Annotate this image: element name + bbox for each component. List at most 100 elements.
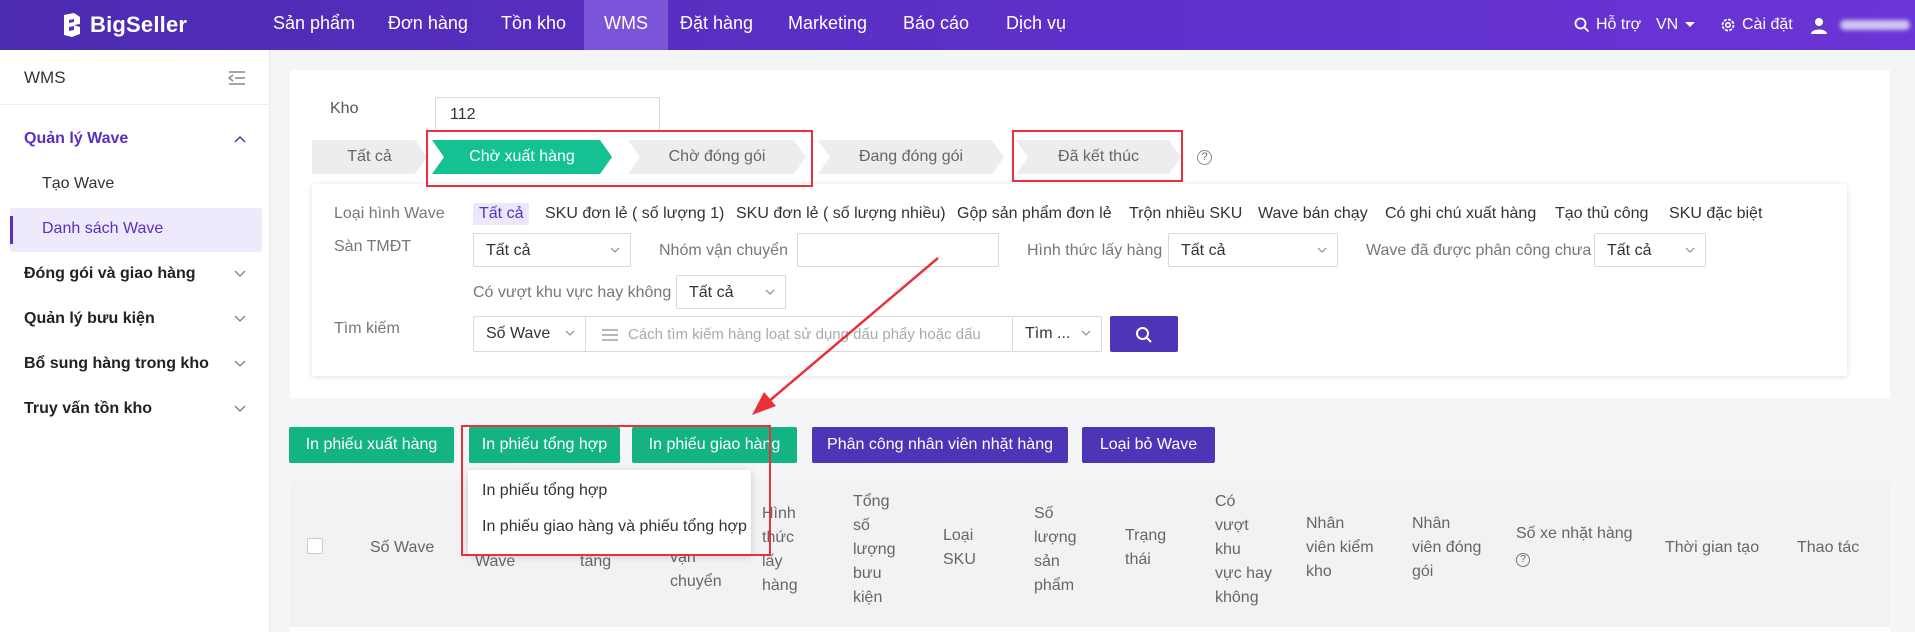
column-product-qty[interactable]: Số lượng sản phẩm (1034, 502, 1077, 598)
column-packer[interactable]: Nhân viên đóng gói (1412, 512, 1481, 584)
cross-zone-select[interactable]: Tất cả (676, 275, 786, 309)
language-select[interactable]: VN (1656, 0, 1696, 50)
column-label: kiện (853, 589, 883, 606)
wave-type-option-merge-single[interactable]: Gộp sản phẩm đơn lẻ (957, 205, 1112, 223)
nav-item-reports[interactable]: Báo cáo (885, 0, 987, 50)
pick-method-select[interactable]: Tất cả (1168, 233, 1338, 267)
chevron-down-icon[interactable] (234, 270, 246, 278)
sidebar-item-wave-list[interactable]: Danh sách Wave (42, 220, 163, 238)
chevron-down-icon (610, 247, 620, 253)
user-menu[interactable] (1810, 0, 1910, 50)
wave-type-label: Loại hình Wave (334, 205, 445, 222)
wave-type-option-manual[interactable]: Tạo thủ công (1555, 205, 1648, 223)
column-label: chuyển (670, 573, 722, 590)
help-icon[interactable]: ? (1197, 150, 1212, 165)
wave-type-option-has-note[interactable]: Có ghi chú xuất hàng (1385, 205, 1536, 223)
language-label: VN (1656, 16, 1679, 33)
column-actions[interactable]: Thao tác (1797, 536, 1859, 560)
nav-item-products[interactable]: Sản phẩm (255, 0, 373, 50)
column-pick-cart[interactable]: Số xe nhặt hàng ? (1516, 522, 1633, 570)
wave-assigned-label: Wave đã được phân công chưa (1366, 242, 1592, 259)
warehouse-select[interactable]: 112 (435, 97, 660, 131)
search-button[interactable] (1110, 316, 1178, 352)
caret-down-icon (1685, 22, 1696, 27)
nav-item-marketing[interactable]: Marketing (770, 0, 885, 50)
column-label: Thời gian tạo (1665, 539, 1760, 556)
assign-picker-button[interactable]: Phân công nhân viên nhặt hàng (812, 427, 1068, 463)
column-sku-type[interactable]: Loại SKU (943, 524, 976, 572)
sidebar-group-wave-management[interactable]: Quản lý Wave (24, 130, 128, 148)
column-label: không (1215, 589, 1259, 606)
column-checker[interactable]: Nhân viên kiểm kho (1306, 512, 1374, 584)
column-label: vực hay (1215, 565, 1272, 582)
marketplace-label: Sàn TMĐT (334, 238, 412, 255)
wave-type-option-single-sku-multi[interactable]: SKU đơn lẻ ( số lượng nhiều) (736, 205, 946, 223)
status-step-packing[interactable]: Đang đóng gói (818, 140, 1004, 174)
chevron-down-icon (565, 330, 575, 336)
column-label: viên đóng (1412, 539, 1482, 556)
wave-type-option-mixed-sku[interactable]: Trộn nhiều SKU (1129, 205, 1242, 223)
sidebar-group-packing-shipping[interactable]: Đóng gói và giao hàng (24, 265, 196, 283)
sidebar-group-parcel-management[interactable]: Quản lý bưu kiện (24, 310, 155, 328)
column-label: khu (1215, 541, 1241, 558)
search-mode-select[interactable]: Tìm ... (1012, 316, 1102, 352)
status-step-all[interactable]: Tất cả (312, 140, 427, 174)
search-input[interactable]: Cách tìm kiếm hàng loạt sử dụng dấu phẩy… (584, 316, 1012, 352)
search-label: Tìm kiếm (334, 320, 400, 337)
wave-type-option-single-sku-qty1[interactable]: SKU đơn lẻ ( số lượng 1) (545, 205, 724, 223)
wave-type-option-best-seller[interactable]: Wave bán chạy (1258, 205, 1368, 223)
wave-type-option-all[interactable]: Tất cả (473, 203, 530, 225)
print-picking-slip-button[interactable]: In phiếu xuất hàng (289, 427, 454, 463)
column-total-parcels[interactable]: Tổng số lượng bưu kiện (853, 490, 896, 610)
select-all-checkbox[interactable] (307, 538, 323, 554)
collapse-sidebar-icon[interactable] (228, 70, 246, 86)
nav-item-services[interactable]: Dịch vụ (988, 0, 1084, 50)
chevron-down-icon[interactable] (234, 360, 246, 368)
column-wave-number[interactable]: Số Wave (370, 536, 434, 560)
settings-label: Cài đặt (1742, 16, 1793, 33)
help-link[interactable]: Hỗ trợ (1574, 0, 1641, 50)
column-label: lượng (1034, 529, 1077, 546)
search-field-select[interactable]: Số Wave (473, 316, 586, 352)
column-label: vượt (1215, 517, 1249, 534)
nav-item-wms[interactable]: WMS (584, 0, 668, 50)
nav-item-purchase[interactable]: Đặt hàng (662, 0, 771, 50)
chevron-down-icon[interactable] (234, 315, 246, 323)
column-label: Trạng (1125, 527, 1167, 544)
nav-item-orders[interactable]: Đơn hàng (370, 0, 486, 50)
sidebar-divider (0, 104, 270, 105)
column-cross-zone[interactable]: Có vượt khu vực hay không (1215, 490, 1272, 610)
marketplace-select[interactable]: Tất cả (473, 233, 631, 267)
chevron-down-icon (1317, 247, 1327, 253)
chevron-down-icon (1081, 330, 1091, 336)
chevron-up-icon[interactable] (234, 135, 246, 143)
shipping-group-label: Nhóm vận chuyển (659, 242, 788, 259)
help-icon[interactable]: ? (1516, 553, 1530, 567)
bigseller-logo-icon (64, 13, 80, 37)
column-label: Thao tác (1797, 539, 1860, 556)
nav-item-inventory[interactable]: Tồn kho (483, 0, 584, 50)
column-label: kho (1306, 563, 1332, 580)
sidebar-group-replenishment[interactable]: Bổ sung hàng trong kho (24, 355, 209, 373)
pick-method-value: Tất cả (1181, 242, 1226, 259)
chevron-down-icon[interactable] (234, 405, 246, 413)
wave-type-option-special-sku[interactable]: SKU đặc biệt (1669, 205, 1762, 223)
brand-logo[interactable]: BigSeller (60, 10, 187, 40)
sidebar-group-inventory-query[interactable]: Truy vấn tồn kho (24, 400, 152, 418)
annotation-box-finished (1012, 130, 1183, 182)
column-label: Số xe nhặt hàng (1516, 525, 1633, 542)
settings-link[interactable]: Cài đặt (1720, 0, 1793, 50)
column-label: Tổng (853, 493, 890, 510)
top-nav: BigSeller Sản phẩm Đơn hàng Tồn kho WMS … (0, 0, 1915, 50)
column-label: Số (1034, 505, 1054, 522)
sidebar-item-create-wave[interactable]: Tạo Wave (42, 175, 114, 193)
column-label: phẩm (1034, 577, 1075, 594)
chevron-down-icon (765, 289, 775, 295)
column-status[interactable]: Trạng thái (1125, 524, 1166, 572)
shipping-group-input[interactable] (797, 233, 999, 267)
column-created-time[interactable]: Thời gian tạo (1665, 536, 1759, 560)
wave-assigned-select[interactable]: Tất cả (1594, 233, 1706, 267)
status-step-all-label: Tất cả (347, 148, 392, 165)
remove-wave-button[interactable]: Loại bỏ Wave (1082, 427, 1215, 463)
pick-method-label: Hình thức lấy hàng (1027, 242, 1163, 259)
